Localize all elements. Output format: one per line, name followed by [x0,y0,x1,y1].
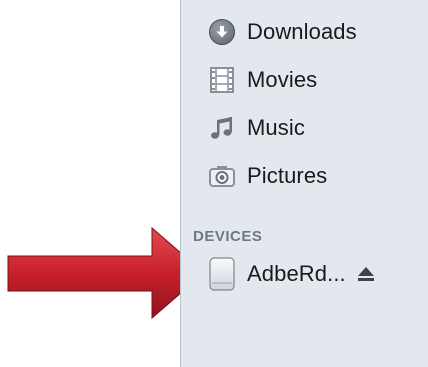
sidebar-item-music[interactable]: Music [209,108,305,148]
finder-sidebar-screenshot: Downloads Movies Music Pictures DEVICES … [0,0,428,367]
sidebar-item-movies[interactable]: Movies [209,60,317,100]
finder-sidebar: Downloads Movies Music Pictures DEVICES … [180,0,428,367]
sidebar-item-label: AdbeRd... [247,261,346,286]
download-icon [209,19,235,45]
sidebar-item-label: Music [247,115,305,140]
devices-section-header: DEVICES [193,228,263,245]
sidebar-item-pictures[interactable]: Pictures [209,156,327,196]
eject-icon[interactable] [357,264,374,284]
sidebar-item-label: Pictures [247,163,328,188]
sidebar-item-label: Movies [247,67,318,92]
film-strip-icon [209,67,235,93]
music-note-icon [209,115,235,141]
camera-icon [209,163,235,189]
sidebar-item-label: Downloads [247,19,357,44]
sidebar-item-device-adberd[interactable]: AdbeRd... [209,254,374,294]
external-drive-icon [209,257,235,291]
sidebar-item-downloads[interactable]: Downloads [209,12,357,52]
